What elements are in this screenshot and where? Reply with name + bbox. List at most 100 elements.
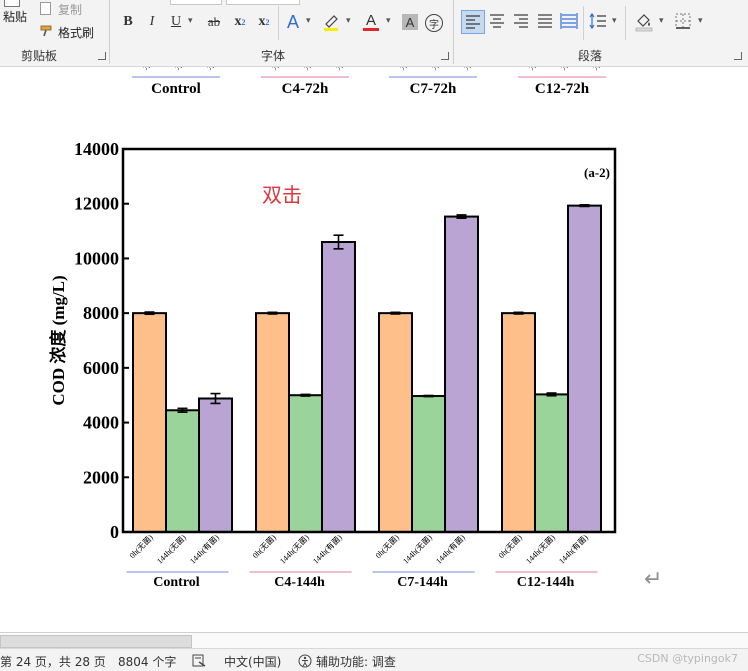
language-indicator[interactable]: 中文(中国) [224,653,281,670]
horizontal-scrollbar[interactable] [0,632,748,648]
subscript-button[interactable]: x2 [231,11,249,33]
char-shading-button[interactable]: A [402,14,418,30]
y-tick-label: 14000 [74,139,119,159]
x-tick-label: 144h(有菌) [310,532,344,566]
paragraph-launcher-icon[interactable] [734,52,742,60]
divider [109,0,110,64]
x-tick-label: 0h(无菌) [250,532,278,560]
panel-label: (a-2) [584,165,610,180]
ribbon: 粘贴 复制 格式刷 剪贴板 B I U ▾ ab x2 x2 A ▾ ▾ A ▾… [0,0,748,67]
clipboard-launcher-icon[interactable] [98,52,106,60]
watermark: CSDN @typingok7 [637,652,738,665]
category-label: C7-144h [397,575,448,590]
category-label: C4-144h [274,575,325,590]
document-page[interactable]: 727272727272727272727272 Control C4-72h … [0,67,748,632]
chevron-down-icon[interactable]: ▾ [386,16,391,26]
y-tick-label: 0 [110,522,119,542]
cod-bar-chart[interactable]: 0h(无菌) 144h(无菌) 144h(有菌)Control0h(无菌) 144h(… [0,67,748,595]
y-tick-label: 4000 [83,413,119,433]
distributed-icon[interactable] [559,11,579,31]
y-tick-label: 10000 [74,248,119,268]
italic-button[interactable]: I [143,11,161,33]
paste-button[interactable]: 粘贴 [3,8,27,25]
accessibility-status[interactable]: 辅助功能: 调查 [316,653,396,670]
y-axis-label: COD 浓度 (mg/L) [48,275,68,405]
x-tick-label: 144h(有菌) [556,532,590,566]
page-count[interactable]: 第 24 页，共 28 页 [0,653,106,670]
font-color-swatch [363,27,379,31]
enclose-char-button[interactable]: 字 [425,14,443,32]
word-count[interactable]: 8804 个字 [118,653,176,670]
superscript-label: x [258,14,266,29]
bar [378,312,413,533]
divider [278,6,279,40]
bar [534,393,569,534]
y-tick-label: 6000 [83,358,119,378]
bar [501,312,536,533]
y-tick-label: 8000 [83,303,119,323]
clipboard-group-label: 剪贴板 [21,49,58,63]
copy-icon [40,2,51,15]
x-tick-label: 144h(有菌) [187,532,221,566]
copy-button[interactable]: 复制 [58,1,82,18]
divider [453,0,454,64]
highlighter-icon[interactable] [322,12,340,32]
font-size-box[interactable] [170,0,222,5]
x-tick-label: 144h(有菌) [433,532,467,566]
x-tick-label: 0h(无菌) [127,532,155,560]
chevron-down-icon[interactable]: ▾ [346,16,351,26]
strikethrough-button[interactable]: ab [203,11,225,33]
y-tick-label: 12000 [74,194,119,214]
chevron-down-icon[interactable]: ▾ [188,16,193,26]
bar [255,312,290,533]
double-click-annotation: 双击 [262,183,302,207]
bar [567,204,602,534]
format-painter-button[interactable]: 格式刷 [58,24,94,41]
bar [321,241,356,533]
paragraph-mark-icon: ↵ [644,567,663,592]
bar [411,395,446,533]
font-name-box[interactable] [226,0,300,5]
proofing-icon[interactable] [192,654,206,670]
status-bar: 第 24 页，共 28 页 8804 个字 中文(中国) 辅助功能: 调查 [0,648,748,671]
bar [444,215,479,533]
align-right-icon[interactable] [511,11,531,31]
chevron-down-icon[interactable]: ▾ [659,16,664,26]
bar [165,409,200,533]
bar [288,394,323,534]
x-tick-label: 144h(无菌) [277,532,311,566]
underline-button[interactable]: U [167,11,185,33]
chevron-down-icon[interactable]: ▾ [698,16,703,26]
font-color-button[interactable]: A [362,11,380,33]
align-center-icon[interactable] [487,11,507,31]
accessibility-icon[interactable] [298,654,312,671]
subscript-label: x [234,14,242,29]
paste-icon[interactable] [4,0,20,7]
chevron-down-icon[interactable]: ▾ [306,16,311,26]
justify-icon[interactable] [535,11,555,31]
font-group-label: 字体 [261,49,286,63]
y-tick-label: 2000 [83,467,119,487]
category-label: Control [153,575,200,590]
scrollbar-thumb[interactable] [0,635,192,648]
shading-icon[interactable] [634,11,654,33]
bar [198,397,233,533]
superscript-button[interactable]: x2 [255,11,273,33]
paragraph-group-label: 段落 [578,49,603,63]
x-tick-label: 0h(无菌) [373,532,401,560]
divider [583,6,584,40]
x-tick-label: 0h(无菌) [496,532,524,560]
text-effects-button[interactable]: A [284,11,302,33]
align-left-icon[interactable] [461,10,485,34]
format-painter-icon [40,24,52,37]
borders-icon[interactable] [674,12,692,30]
font-launcher-icon[interactable] [441,52,449,60]
chevron-down-icon[interactable]: ▾ [612,16,617,26]
line-spacing-icon[interactable] [588,11,608,31]
bold-button[interactable]: B [119,11,137,33]
x-tick-label: 144h(无菌) [400,532,434,566]
x-tick-label: 144h(无菌) [523,532,557,566]
bar [132,312,167,533]
font-color-label: A [365,11,376,29]
category-label: C12-144h [517,575,575,590]
